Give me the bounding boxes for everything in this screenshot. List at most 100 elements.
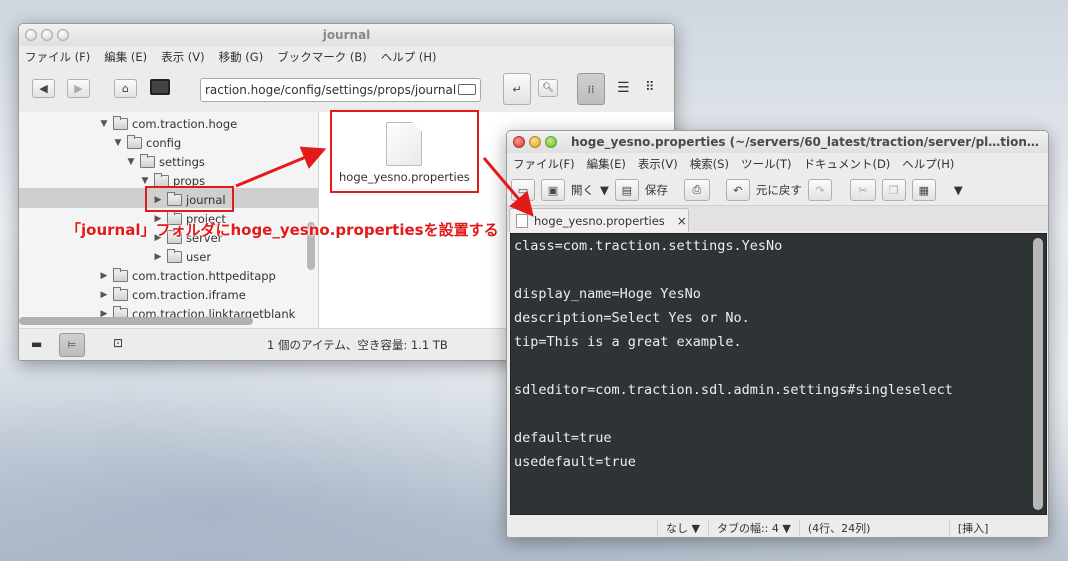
redo-icon: ↷	[815, 183, 825, 197]
window-titlebar[interactable]: hoge_yesno.properties (~/servers/60_late…	[507, 131, 1048, 153]
folder-icon	[113, 286, 128, 301]
menu-help[interactable]: ヘルプ (H)	[381, 49, 437, 65]
home-button[interactable]: ⌂	[114, 79, 137, 98]
arrow-left-icon: ◀	[39, 82, 48, 95]
tree-item-label: com.traction.httpeditapp	[132, 268, 276, 283]
expander-icon[interactable]: ▶	[99, 290, 109, 300]
tree-toggle-button[interactable]: ⊨	[59, 333, 85, 357]
menu-go[interactable]: 移動 (G)	[219, 49, 264, 65]
menubar: ファイル (F) 編集 (E) 表示 (V) 移動 (G) ブックマーク (B)…	[19, 46, 674, 68]
menu-search[interactable]: 検索(S)	[690, 156, 729, 172]
code-editor[interactable]: class=com.traction.settings.YesNo displa…	[510, 233, 1047, 515]
computer-icon[interactable]	[150, 79, 170, 95]
expander-icon[interactable]: ▼	[140, 176, 150, 186]
maximize-window-button[interactable]	[57, 29, 69, 41]
back-button[interactable]: ◀	[32, 79, 55, 98]
menubar: ファイル(F) 編集(E) 表示(V) 検索(S) ツール(T) ドキュメント(…	[507, 153, 1048, 175]
annotation-text: 「journal」フォルダにhoge_yesno.propertiesを設置する	[66, 221, 499, 239]
expander-icon[interactable]: ▼	[126, 157, 136, 167]
minimize-window-button[interactable]	[529, 136, 541, 148]
status-bar: なし ▼ タブの幅:: 4 ▼ (4行、24列) [挿入]	[507, 517, 1048, 537]
tree-item[interactable]: ▶ com.traction.httpeditapp	[99, 266, 276, 285]
location-bar[interactable]: raction.hoge/config/settings/props/journ…	[200, 78, 481, 102]
toggle-location-button[interactable]: ↵	[503, 73, 531, 105]
sidebar-toggle-button[interactable]: ⊡	[113, 336, 123, 350]
journal-highlight-box	[145, 186, 234, 212]
close-window-button[interactable]	[25, 29, 37, 41]
menu-edit[interactable]: 編集(E)	[587, 156, 626, 172]
menu-view[interactable]: 表示(V)	[638, 156, 678, 172]
undo-label[interactable]: 元に戻す	[756, 182, 802, 198]
search-button[interactable]: 🔍︎	[538, 79, 558, 97]
window-title: journal	[322, 28, 371, 42]
tree-item-label: settings	[159, 154, 205, 169]
undo-icon: ↶	[733, 183, 743, 197]
code-text[interactable]: class=com.traction.settings.YesNo displa…	[511, 234, 1046, 474]
menu-edit[interactable]: 編集 (E)	[104, 49, 147, 65]
menu-bookmarks[interactable]: ブックマーク (B)	[277, 49, 367, 65]
expander-icon[interactable]: ▼	[113, 138, 123, 148]
copy-icon: ❐	[888, 183, 899, 197]
cut-button[interactable]: ✂	[849, 179, 876, 201]
code-line[interactable]: default=true	[514, 426, 1046, 450]
tree-item[interactable]: ▼ config	[113, 133, 181, 152]
new-file-button[interactable]: ▭	[511, 179, 535, 201]
window-controls	[513, 136, 557, 148]
code-line[interactable]: description=Select Yes or No.	[514, 306, 1046, 330]
highlight-mode-dropdown[interactable]: なし ▼	[657, 519, 708, 536]
maximize-window-button[interactable]	[545, 136, 557, 148]
open-button[interactable]: ▣	[541, 179, 565, 201]
menu-help[interactable]: ヘルプ(H)	[902, 156, 954, 172]
open-dropdown-icon[interactable]: ▼	[600, 183, 609, 197]
tree-item[interactable]: ▶ com.traction.iframe	[99, 285, 246, 304]
menu-file[interactable]: ファイル (F)	[25, 49, 90, 65]
tree-horizontal-scrollbar[interactable]	[19, 317, 253, 325]
copy-button[interactable]: ❐	[881, 179, 906, 201]
redo-button[interactable]: ↷	[807, 179, 832, 201]
menu-view[interactable]: 表示 (V)	[161, 49, 205, 65]
toolbar: ▭ ▣ 開く ▼ ▤ 保存 ⎙ ↶ 元に戻す ↷ ✂ ❐ ▦ ▼	[507, 175, 1048, 205]
text-editor-window: hoge_yesno.properties (~/servers/60_late…	[506, 130, 1049, 538]
icon-view-button[interactable]: ⁞⁞	[577, 73, 605, 105]
toolbar: ◀ ▶ ⌂ raction.hoge/config/settings/props…	[19, 68, 674, 112]
tab-close-button[interactable]: ×	[677, 214, 687, 228]
tab-hoge-yesno[interactable]: hoge_yesno.properties ×	[509, 208, 689, 232]
list-view-button[interactable]: ☰	[617, 80, 630, 96]
print-button[interactable]: ⎙	[683, 179, 710, 201]
document-tabs: hoge_yesno.properties ×	[507, 205, 1048, 232]
toolbar-overflow-icon[interactable]: ▼	[954, 183, 963, 197]
code-line[interactable]: usedefault=true	[514, 450, 1046, 474]
paste-button[interactable]: ▦	[911, 179, 936, 201]
tree-item[interactable]: ▼ com.traction.hoge	[99, 114, 237, 133]
window-titlebar[interactable]: journal	[19, 24, 674, 46]
code-line[interactable]: tip=This is a great example.	[514, 330, 1046, 354]
expander-icon[interactable]: ▼	[99, 119, 109, 129]
compact-view-button[interactable]: ⠿	[645, 80, 655, 95]
code-line[interactable]: display_name=Hoge YesNo	[514, 282, 1046, 306]
tree-item[interactable]: ▶ user	[153, 247, 211, 266]
open-label[interactable]: 開く	[571, 182, 594, 198]
menu-file[interactable]: ファイル(F)	[513, 156, 575, 172]
tree-item[interactable]: ▼ settings	[126, 152, 205, 171]
code-line[interactable]	[514, 402, 1046, 426]
code-line[interactable]: sdleditor=com.traction.sdl.admin.setting…	[514, 378, 1046, 402]
save-button[interactable]: ▤	[614, 179, 639, 201]
printer-icon: ⎙	[692, 183, 702, 196]
menu-tools[interactable]: ツール(T)	[741, 156, 792, 172]
close-window-button[interactable]	[513, 136, 525, 148]
status-text: 1 個のアイテム、空き容量: 1.1 TB	[267, 338, 448, 352]
expander-icon[interactable]: ▶	[153, 252, 163, 262]
minimize-window-button[interactable]	[41, 29, 53, 41]
tab-width-dropdown[interactable]: タブの幅:: 4 ▼	[707, 519, 799, 536]
code-line[interactable]	[514, 258, 1046, 282]
code-line[interactable]: class=com.traction.settings.YesNo	[514, 234, 1046, 258]
places-toggle-button[interactable]: ▬	[31, 337, 42, 351]
menu-document[interactable]: ドキュメント(D)	[803, 156, 890, 172]
code-line[interactable]	[514, 354, 1046, 378]
editor-vertical-scrollbar[interactable]	[1033, 238, 1043, 510]
folder-icon: ▬	[31, 337, 43, 351]
expander-icon[interactable]: ▶	[99, 271, 109, 281]
save-label[interactable]: 保存	[645, 182, 668, 198]
forward-button[interactable]: ▶	[67, 79, 90, 98]
undo-button[interactable]: ↶	[725, 179, 750, 201]
